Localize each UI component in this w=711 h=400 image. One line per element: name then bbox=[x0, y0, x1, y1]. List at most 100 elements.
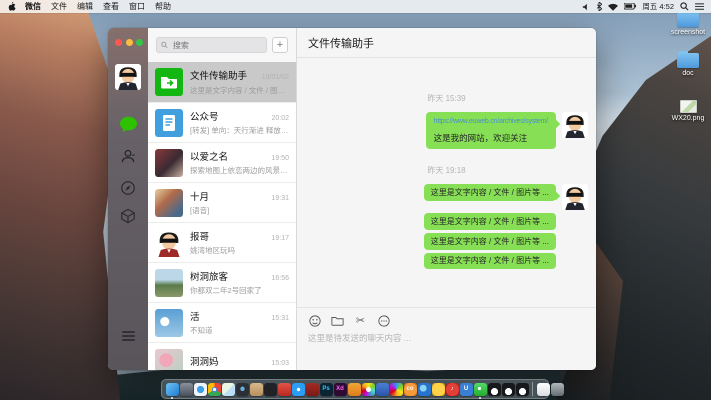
message-input[interactable]: 这里是待发送的聊天内容 ... bbox=[297, 327, 596, 344]
wallpaper-cliff-left bbox=[0, 0, 120, 400]
my-avatar[interactable] bbox=[115, 64, 141, 90]
sidebar-tab-favorites[interactable] bbox=[118, 206, 138, 226]
chat-preview: 不知道 bbox=[190, 325, 289, 336]
dock-app-red-app[interactable] bbox=[278, 383, 291, 396]
notification-center-icon[interactable] bbox=[695, 3, 704, 11]
search-row: + bbox=[148, 28, 296, 62]
desktop-icon-label: WX20.png bbox=[666, 115, 710, 122]
my-avatar[interactable] bbox=[562, 184, 588, 210]
dock-app-adobe-xd[interactable]: Xd bbox=[334, 383, 347, 396]
wifi-icon[interactable] bbox=[608, 3, 618, 11]
contact-avatar bbox=[155, 349, 183, 371]
dock-app-photoshop[interactable]: Ps bbox=[320, 383, 333, 396]
message-area[interactable]: 昨天 15:39 https://www.euweb.cn/archives/s… bbox=[297, 59, 596, 308]
menu-bar: 微信 文件 编辑 查看 窗口 帮助 周五 4:52 bbox=[0, 0, 711, 13]
timestamp: 昨天 15:39 bbox=[297, 93, 596, 104]
chat-time: 19/01/02 bbox=[262, 74, 289, 81]
dock-app-trash[interactable] bbox=[551, 383, 564, 396]
dock-app-app-store[interactable] bbox=[292, 383, 305, 396]
sidebar-tab-chats[interactable] bbox=[118, 114, 138, 134]
add-chat-button[interactable]: + bbox=[272, 37, 288, 53]
dock-app-photos[interactable] bbox=[362, 383, 375, 396]
chat-list-item[interactable]: 树洞旅客16:56 你都双二年2号回家了 bbox=[148, 262, 296, 302]
menu-clock[interactable]: 周五 4:52 bbox=[642, 1, 674, 12]
menu-item-wechat[interactable]: 微信 bbox=[25, 1, 41, 12]
chat-name: 以爱之名 bbox=[190, 149, 228, 163]
battery-icon[interactable] bbox=[624, 3, 636, 10]
chat-time: 15:03 bbox=[271, 360, 289, 367]
chat-list-item-official-accounts[interactable]: 公众号20:02 [转发] 单向：天行渐进 释放姿 ... bbox=[148, 102, 296, 142]
screenshot-icon[interactable]: ✂ bbox=[354, 314, 367, 327]
conversation-header: 文件传输助手 bbox=[297, 28, 596, 58]
dock-app-netease-music[interactable]: ♪ bbox=[446, 383, 459, 396]
dock-app-utorrent[interactable]: U bbox=[460, 383, 473, 396]
my-avatar[interactable] bbox=[562, 112, 588, 138]
sidebar-tab-contacts[interactable] bbox=[118, 146, 138, 166]
menu-item-window[interactable]: 窗口 bbox=[129, 1, 145, 12]
apple-menu-icon[interactable] bbox=[7, 1, 16, 12]
desktop-folder-screenshot[interactable]: screenshot bbox=[666, 12, 710, 36]
chat-list: 文件传输助手19/01/02 这里是文字内容 / 文件 / 图片等 ... 公众… bbox=[148, 62, 296, 370]
chat-list-item[interactable]: 以爱之名19:50 探索地图上依恋两边的风景与笑 ... bbox=[148, 142, 296, 182]
dock-app-safari[interactable] bbox=[194, 383, 207, 396]
dock-app-sublime[interactable] bbox=[348, 383, 361, 396]
dock-app-dark-red-app[interactable] bbox=[306, 383, 319, 396]
dock-app-folder-app[interactable] bbox=[250, 383, 263, 396]
volume-icon[interactable] bbox=[582, 3, 590, 11]
dock-app-koala[interactable]: co bbox=[404, 383, 417, 396]
chat-time: 16:56 bbox=[271, 275, 289, 282]
close-button[interactable] bbox=[115, 39, 122, 46]
folder-icon bbox=[677, 12, 699, 27]
dock-app-qq-3[interactable] bbox=[516, 383, 529, 396]
dock-app-edge[interactable] bbox=[418, 383, 431, 396]
sidebar-more-menu[interactable] bbox=[118, 326, 138, 346]
sidebar-tab-discover[interactable] bbox=[118, 178, 138, 198]
dock-app-wechat[interactable] bbox=[474, 383, 487, 396]
spotlight-icon[interactable] bbox=[680, 2, 689, 11]
dock-app-chrome[interactable] bbox=[208, 383, 221, 396]
bluetooth-icon[interactable] bbox=[596, 2, 602, 11]
search-input[interactable] bbox=[171, 40, 262, 51]
chat-name: 树洞旅客 bbox=[190, 269, 228, 283]
chat-list-item[interactable]: 洞洞妈 15:03 bbox=[148, 342, 296, 370]
dock-app-potplayer[interactable] bbox=[432, 383, 445, 396]
send-file-icon[interactable] bbox=[331, 314, 344, 327]
chat-bubble-icon bbox=[119, 116, 138, 133]
emoji-icon[interactable] bbox=[308, 314, 321, 327]
menu-item-file[interactable]: 文件 bbox=[51, 1, 67, 12]
message-bubble: 这里是文字内容 / 文件 / 图片等 ... bbox=[424, 253, 556, 270]
menu-item-help[interactable]: 帮助 bbox=[155, 1, 171, 12]
dock-app-qq-1[interactable] bbox=[488, 383, 501, 396]
desktop-folder-doc[interactable]: doc bbox=[666, 53, 710, 77]
desktop-file-image[interactable]: WX20.png bbox=[666, 100, 710, 122]
dock-app-qq-2[interactable] bbox=[502, 383, 515, 396]
dock-app-maps[interactable] bbox=[222, 383, 235, 396]
menu-item-view[interactable]: 查看 bbox=[103, 1, 119, 12]
menu-item-edit[interactable]: 编辑 bbox=[77, 1, 93, 12]
contact-avatar bbox=[155, 149, 183, 177]
message-text: 这是我的网站，欢迎关注 bbox=[434, 133, 528, 143]
dock-app-finder[interactable] bbox=[166, 383, 179, 396]
chat-list-item[interactable]: 报哥19:17 姚湾地区玩吗 bbox=[148, 222, 296, 262]
chat-list-item-file-transfer[interactable]: 文件传输助手19/01/02 这里是文字内容 / 文件 / 图片等 ... bbox=[148, 62, 296, 102]
window-controls bbox=[115, 39, 143, 46]
dock-app-pinwheel[interactable] bbox=[390, 383, 403, 396]
image-file-icon bbox=[680, 100, 697, 113]
chat-history-icon[interactable] bbox=[377, 314, 390, 327]
desktop-icon-label: doc bbox=[666, 70, 710, 77]
message-link[interactable]: https://www.euweb.cn/archives/system/ bbox=[434, 117, 548, 127]
zoom-button[interactable] bbox=[136, 39, 143, 46]
minimize-button[interactable] bbox=[126, 39, 133, 46]
dock-app-documents-stack[interactable] bbox=[537, 383, 550, 396]
chat-list-item[interactable]: 活15:31 不知道 bbox=[148, 302, 296, 342]
desktop-icon-label: screenshot bbox=[666, 29, 710, 36]
contact-avatar bbox=[155, 189, 183, 217]
chat-name: 洞洞妈 bbox=[190, 354, 219, 368]
chat-list-item[interactable]: 十月19:31 [语音] bbox=[148, 182, 296, 222]
dock-app-transmit[interactable] bbox=[376, 383, 389, 396]
search-field[interactable] bbox=[156, 37, 267, 53]
dock-app-terminal[interactable] bbox=[264, 383, 277, 396]
dock-app-photo-booth[interactable] bbox=[236, 383, 249, 396]
dock-app-launchpad[interactable] bbox=[180, 383, 193, 396]
chat-preview: 探索地图上依恋两边的风景与笑 ... bbox=[190, 165, 289, 176]
